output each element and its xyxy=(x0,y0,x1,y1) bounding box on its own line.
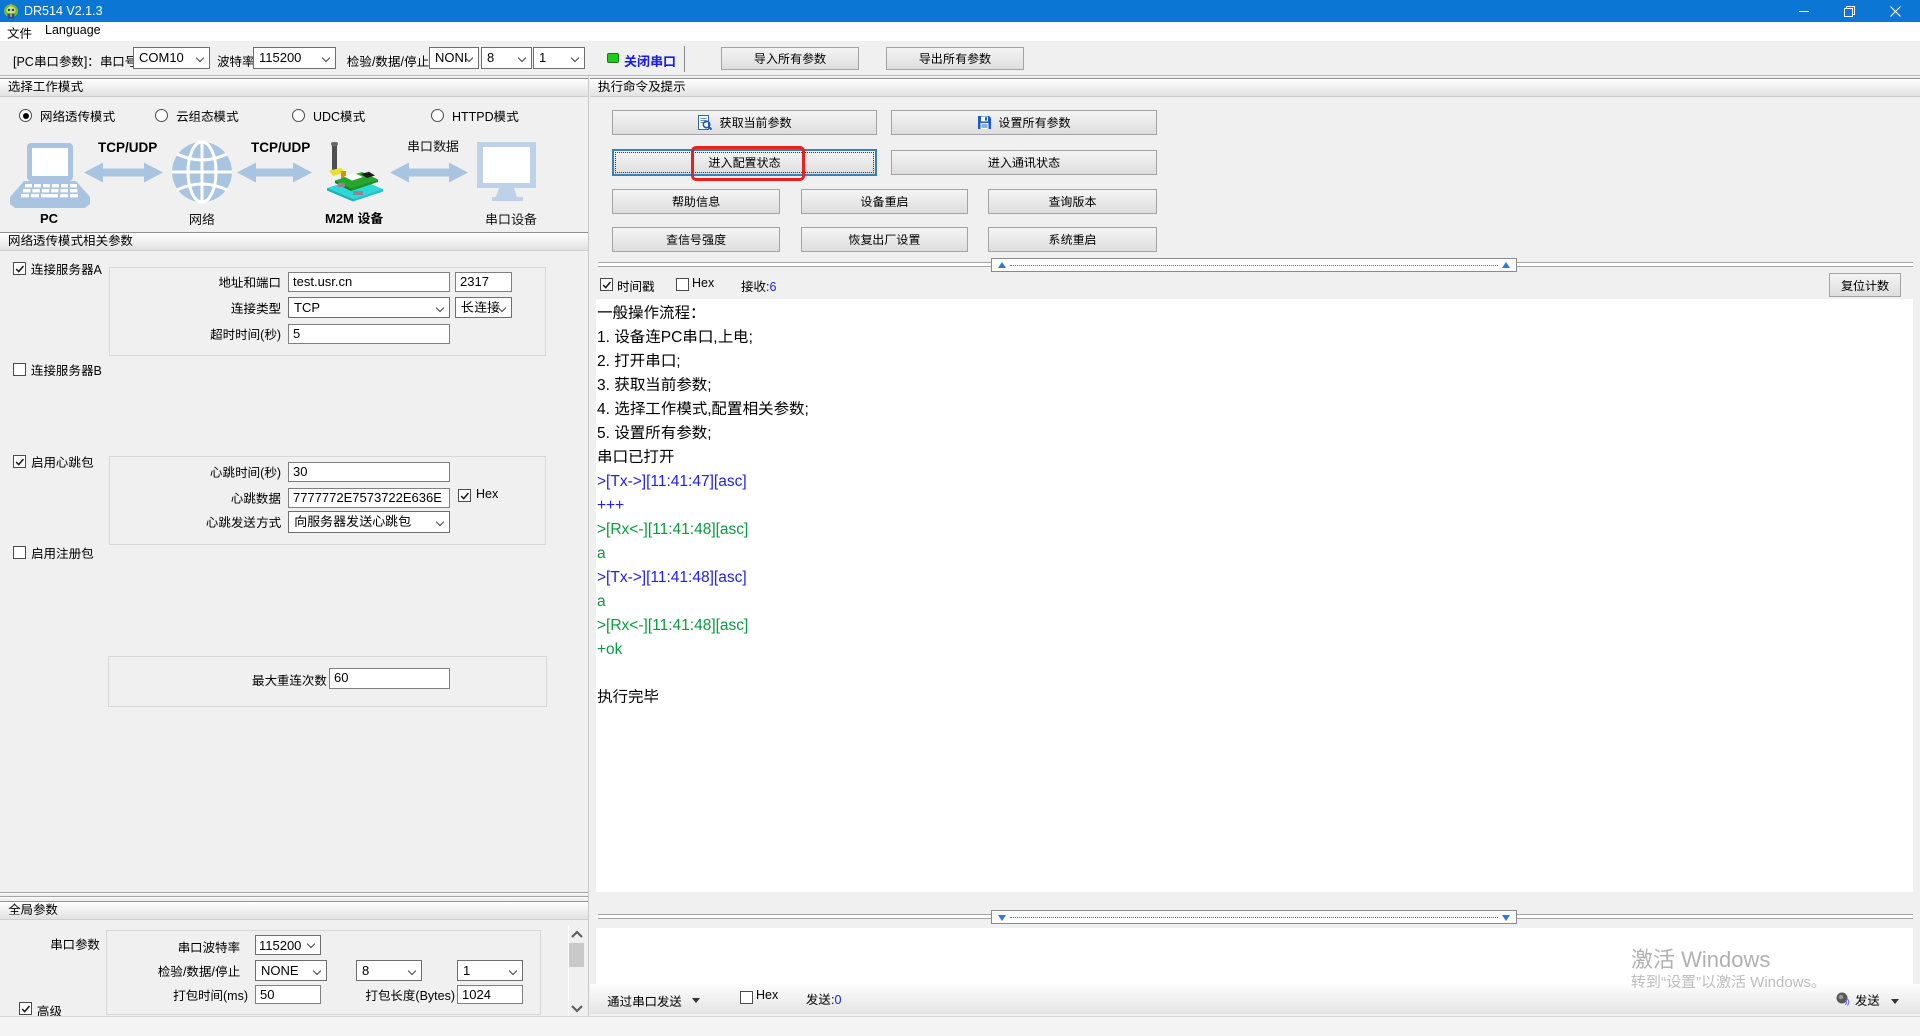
svg-text:网络: 网络 xyxy=(189,212,215,227)
svg-text:串口设备: 串口设备 xyxy=(485,212,537,227)
svg-text:TCP/UDP: TCP/UDP xyxy=(251,140,310,155)
svg-text:PC: PC xyxy=(40,211,59,226)
svg-text:M2M 设备: M2M 设备 xyxy=(325,211,384,226)
svg-text:TCP/UDP: TCP/UDP xyxy=(98,140,157,155)
svg-text:串口数据: 串口数据 xyxy=(407,139,459,154)
